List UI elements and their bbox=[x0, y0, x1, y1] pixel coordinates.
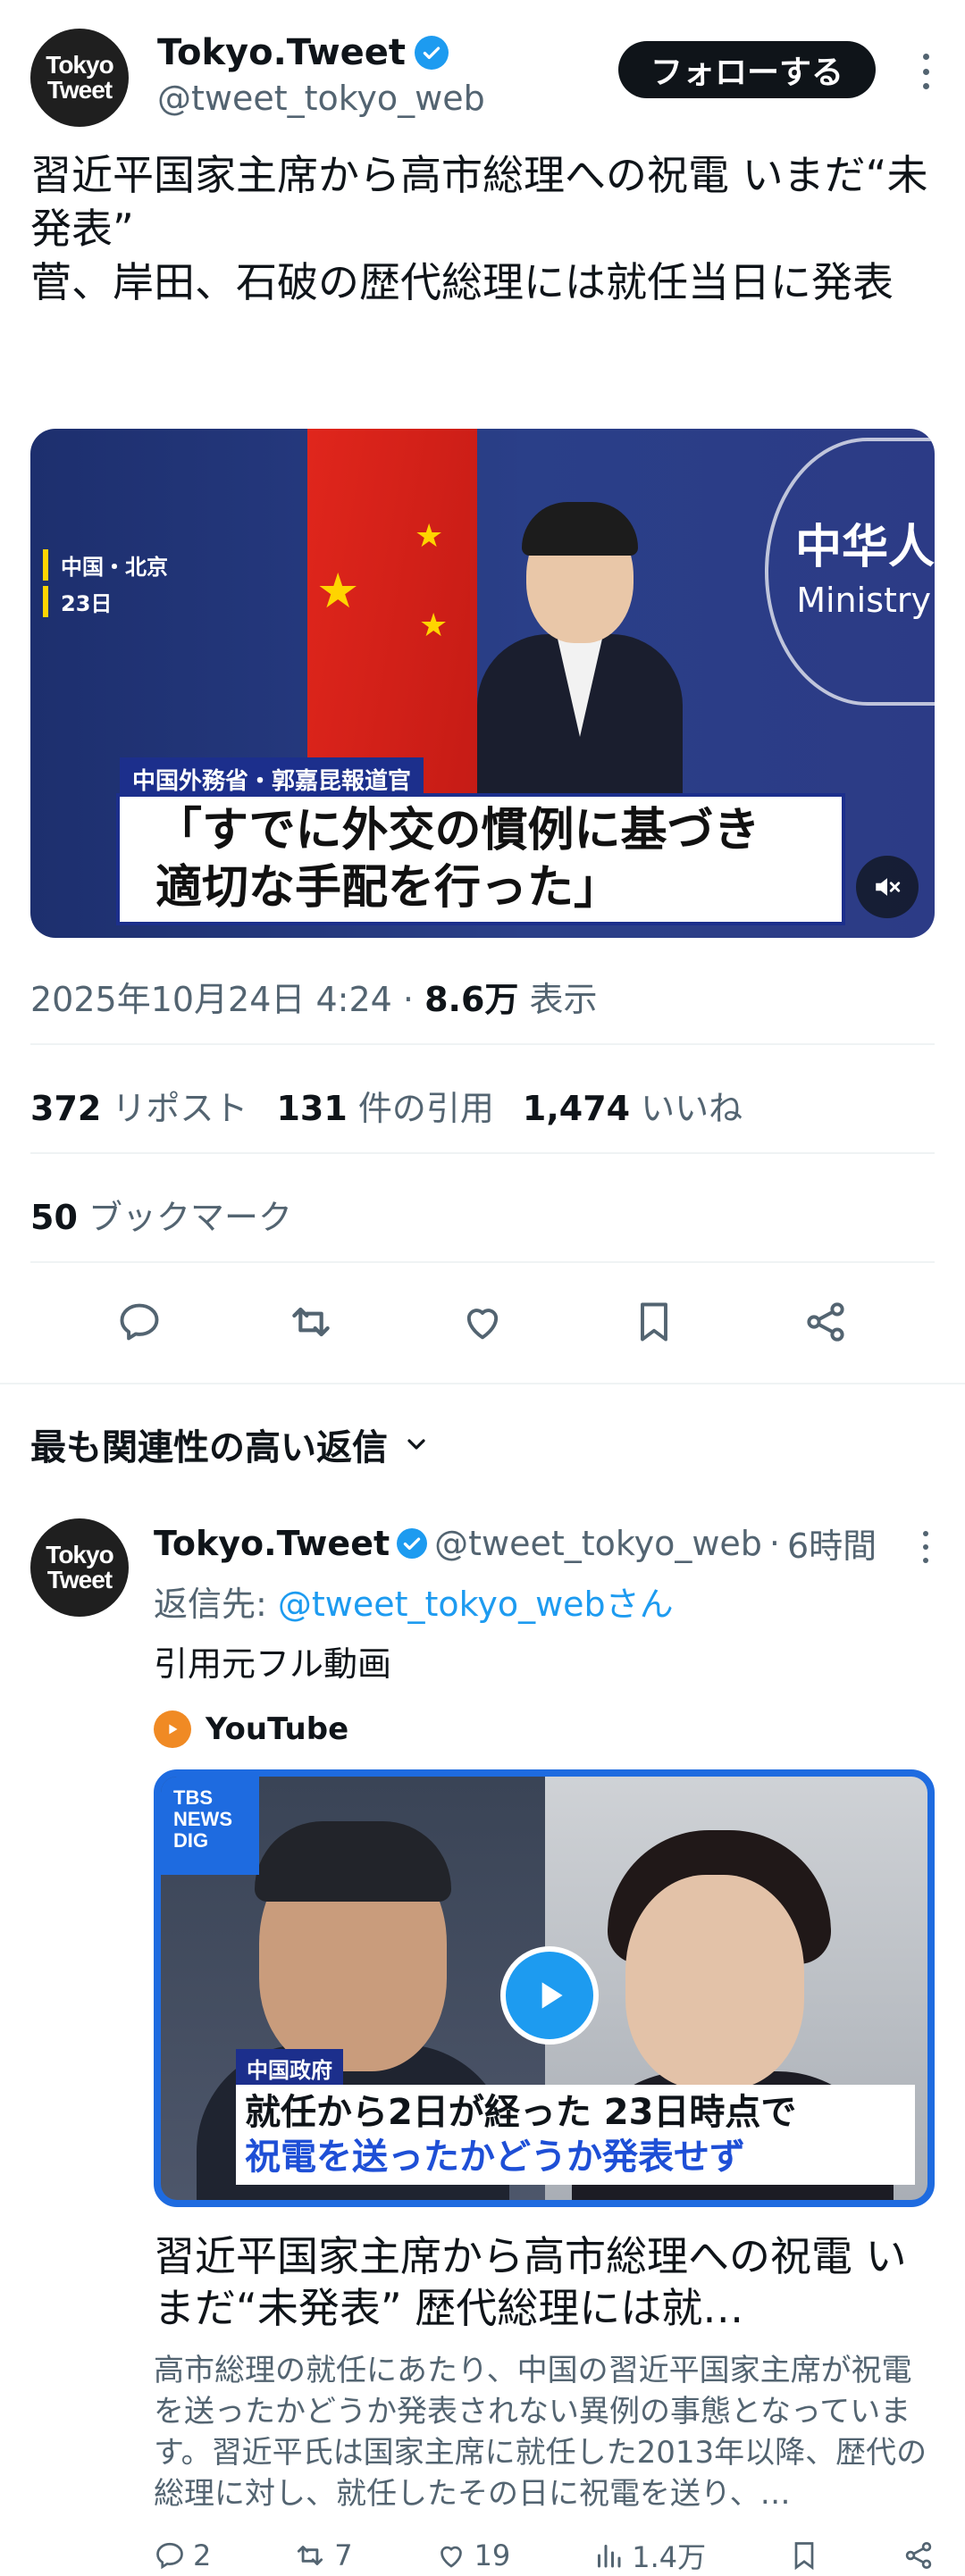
reply-header: Tokyo.Tweet @tweet_tokyo_web · 6時間 bbox=[154, 1518, 935, 1568]
tweet-action-bar bbox=[0, 1286, 965, 1358]
reply-to-link[interactable]: @tweet_tokyo_webさん bbox=[278, 1585, 674, 1624]
link-card[interactable]: TBS NEWS DIG 中国政府 就任から2日が経った 23日時点で 祝電を送… bbox=[154, 1769, 935, 2514]
play-icon[interactable] bbox=[500, 1946, 599, 2045]
ministry-sign-en: Ministry bbox=[796, 581, 931, 620]
timestamp[interactable]: 2025年10月24日 4:24 bbox=[30, 980, 392, 1019]
link-source: YouTube bbox=[154, 1710, 935, 1748]
reposts-label: リポスト bbox=[112, 1089, 248, 1128]
author-name[interactable]: Tokyo.Tweet bbox=[157, 32, 406, 73]
reply-replies-count: 2 bbox=[193, 2538, 212, 2572]
follow-button[interactable]: フォローする bbox=[617, 41, 876, 98]
reply-bookmark-button[interactable] bbox=[788, 2539, 820, 2572]
author-name-row[interactable]: Tokyo.Tweet bbox=[157, 32, 449, 73]
reposts-stat[interactable]: 372 リポスト bbox=[30, 1081, 248, 1130]
likes-count: 1,474 bbox=[522, 1089, 631, 1128]
ministry-sign-cn: 中华人 bbox=[794, 521, 935, 574]
share-icon[interactable] bbox=[799, 1295, 852, 1349]
verified-badge-icon bbox=[415, 36, 449, 70]
reply-reply-button[interactable]: 2 bbox=[154, 2538, 211, 2572]
tweet-meta: 2025年10月24日 4:24 · 8.6万 表示 bbox=[30, 972, 598, 1021]
repost-icon bbox=[298, 2546, 323, 2565]
reply-dot: · bbox=[768, 1523, 780, 1563]
meta-separator: · bbox=[402, 980, 415, 1019]
reply-author-avatar[interactable]: Tokyo Tweet bbox=[30, 1518, 129, 1617]
link-source-name: YouTube bbox=[206, 1711, 349, 1747]
views-count: 8.6万 bbox=[424, 980, 519, 1019]
reply-share-button[interactable] bbox=[902, 2539, 935, 2572]
reply-author-name[interactable]: Tokyo.Tweet bbox=[154, 1524, 390, 1563]
chevron-down-icon bbox=[407, 1439, 425, 1450]
tweet-video[interactable]: ★ ★ ★ 中华人 Ministry 中国・北京 23日 中国外務省・郭嘉昆報道… bbox=[30, 429, 935, 938]
verified-badge-icon bbox=[397, 1527, 428, 1559]
reply-views-button[interactable]: 1.4万 bbox=[592, 2535, 706, 2576]
quotes-count: 131 bbox=[276, 1089, 348, 1128]
share-icon bbox=[905, 2542, 932, 2569]
mute-icon[interactable] bbox=[856, 856, 919, 918]
link-card-description: 高市総理の就任にあたり、中国の習近平国家主席が祝電を送ったかどうか発表されない異… bbox=[154, 2353, 927, 2512]
reply-to-prefix: 返信先: bbox=[154, 1585, 278, 1624]
avatar-text-2: Tweet bbox=[46, 1566, 113, 1593]
like-icon[interactable] bbox=[456, 1295, 509, 1349]
bookmark-icon bbox=[794, 2542, 814, 2571]
reply-to-line: 返信先: @tweet_tokyo_webさん bbox=[154, 1577, 935, 1626]
like-icon bbox=[440, 2546, 462, 2568]
tweet-text: 習近平国家主席から高市総理への祝電 いまだ“未発表” 菅、岸田、石破の歴代総理に… bbox=[30, 151, 928, 306]
youtube-icon bbox=[154, 1710, 191, 1748]
reply-views-count: 1.4万 bbox=[632, 2540, 707, 2574]
reply-like-button[interactable]: 19 bbox=[435, 2538, 511, 2572]
author-avatar[interactable]: Tokyo Tweet bbox=[30, 29, 129, 127]
card-caption-line-2: 祝電を送ったかどうか発表せず bbox=[245, 2137, 745, 2178]
tbs-news-logo: TBS NEWS DIG bbox=[161, 1777, 259, 1875]
divider bbox=[30, 1261, 935, 1263]
location-tag: 中国・北京 23日 bbox=[43, 549, 168, 623]
bookmarks-stat: 50 ブックマーク bbox=[30, 1190, 292, 1239]
reply-text: 引用元フル動画 bbox=[154, 1644, 392, 1684]
reply-icon bbox=[156, 2542, 183, 2570]
engagement-stats: 372 リポスト 131 件の引用 1,474 いいね bbox=[30, 1081, 743, 1130]
bookmarks-count: 50 bbox=[30, 1198, 78, 1237]
reposts-count: 372 bbox=[30, 1089, 102, 1128]
quotes-label: 件の引用 bbox=[357, 1089, 494, 1128]
divider bbox=[30, 1043, 935, 1045]
quotes-stat[interactable]: 131 件の引用 bbox=[276, 1081, 493, 1130]
divider bbox=[0, 1383, 965, 1384]
avatar-text-1: Tokyo bbox=[46, 1541, 113, 1568]
likes-label: いいね bbox=[641, 1089, 743, 1128]
location-line-1: 中国・北京 bbox=[43, 549, 168, 581]
link-card-title[interactable]: 習近平国家主席から高市総理への祝電 いまだ“未発表” 歴代総理には就… bbox=[154, 2230, 935, 2334]
tweet-author-header: Tokyo Tweet Tokyo.Tweet @tweet_tokyo_web… bbox=[30, 29, 935, 136]
more-icon[interactable] bbox=[917, 54, 935, 89]
card-caption: 就任から2日が経った 23日時点で 祝電を送ったかどうか発表せず bbox=[236, 2085, 915, 2185]
repost-icon[interactable] bbox=[284, 1295, 338, 1349]
reply-time[interactable]: 6時間 bbox=[787, 1518, 877, 1568]
reply-likes-count: 19 bbox=[474, 2538, 511, 2572]
avatar-text-2: Tweet bbox=[46, 76, 113, 104]
card-tag: 中国政府 bbox=[236, 2049, 343, 2087]
replies-sort-label: 最も関連性の高い返信 bbox=[30, 1427, 388, 1468]
card-caption-line-1: 就任から2日が経った 23日時点で bbox=[245, 2092, 797, 2133]
views-icon bbox=[598, 2545, 621, 2568]
link-card-thumbnail[interactable]: TBS NEWS DIG 中国政府 就任から2日が経った 23日時点で 祝電を送… bbox=[154, 1769, 935, 2207]
location-line-2: 23日 bbox=[43, 586, 168, 617]
caption-text: 「すでに外交の慣例に基づき 適切な手配を行った」 bbox=[116, 793, 845, 925]
views-label: 表示 bbox=[529, 980, 598, 1019]
replies-sort-dropdown[interactable]: 最も関連性の高い返信 bbox=[30, 1418, 431, 1470]
reply-repost-button[interactable]: 7 bbox=[293, 2538, 353, 2572]
reply-body: Tokyo.Tweet @tweet_tokyo_web · 6時間 返信先: … bbox=[154, 1518, 935, 2514]
reply-action-bar: 2 7 19 1.4万 bbox=[154, 2535, 935, 2576]
more-icon[interactable] bbox=[917, 1531, 935, 1563]
divider bbox=[30, 1152, 935, 1154]
avatar-text-1: Tokyo bbox=[46, 51, 113, 79]
reply-icon[interactable] bbox=[113, 1295, 166, 1349]
likes-stat[interactable]: 1,474 いいね bbox=[523, 1081, 743, 1130]
bookmarks-label: ブックマーク bbox=[88, 1198, 292, 1237]
reply-reposts-count: 7 bbox=[334, 2538, 353, 2572]
reply-author-handle[interactable]: @tweet_tokyo_web bbox=[434, 1524, 762, 1563]
author-handle[interactable]: @tweet_tokyo_web bbox=[157, 79, 485, 118]
bookmark-icon[interactable] bbox=[627, 1295, 681, 1349]
